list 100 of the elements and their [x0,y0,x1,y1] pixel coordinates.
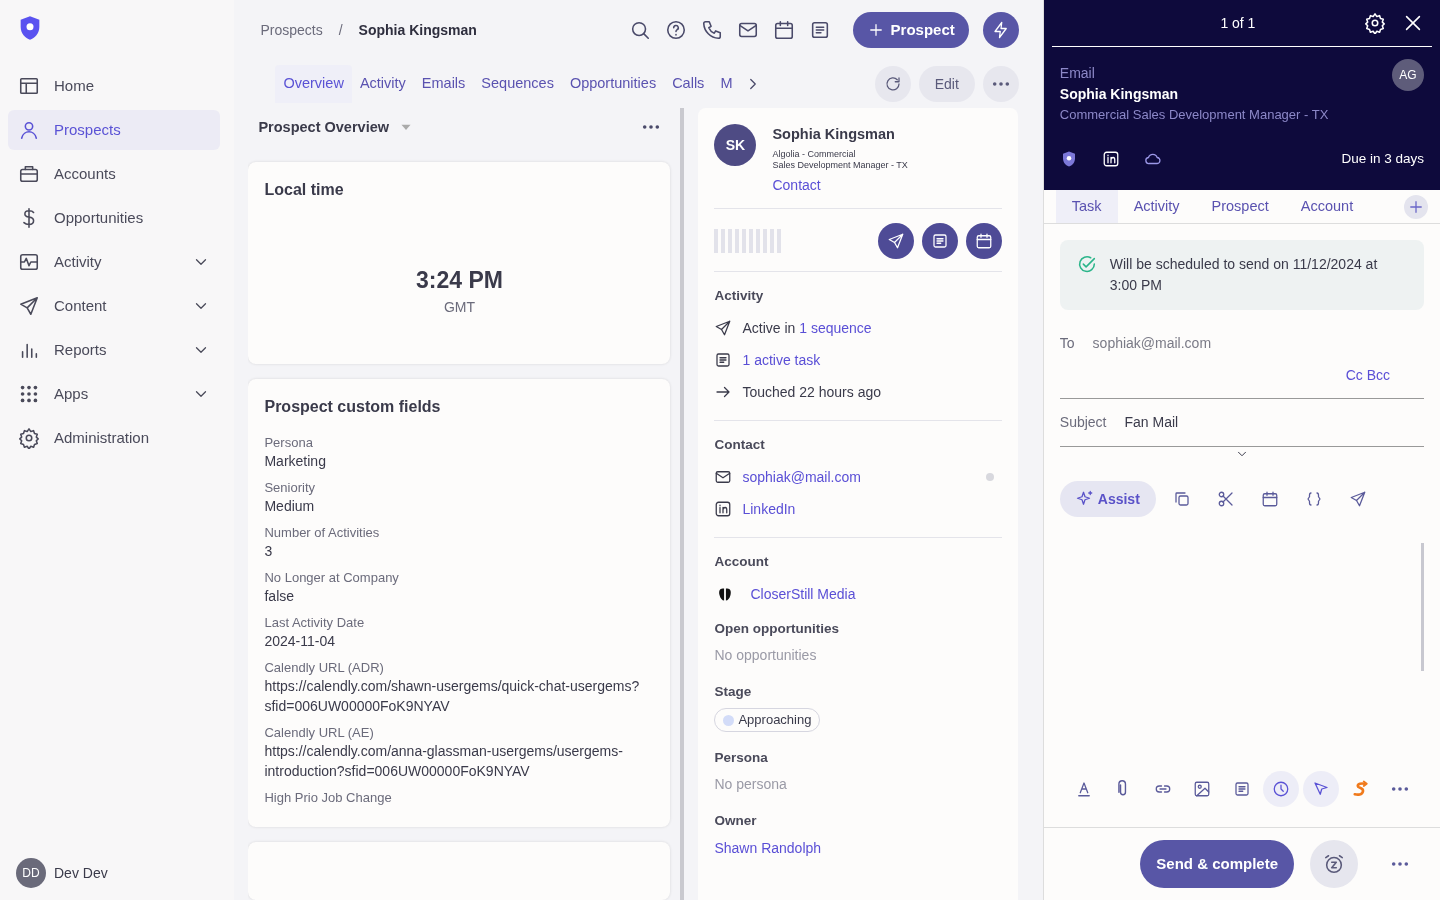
add-tab-button[interactable] [1404,194,1428,219]
field-label: Seniority [264,479,317,497]
calendar-icon [975,231,994,250]
send-icon [714,319,733,337]
task-type: Email [1059,64,1096,83]
sidebar-item[interactable]: Prospects [8,110,220,150]
sidebar-item[interactable]: Reports [8,330,220,370]
subject-field[interactable]: Fan Mail [1122,411,1424,434]
field-label: Persona [264,434,314,452]
phone-icon[interactable] [700,19,723,41]
sidebar-item[interactable]: Activity [8,242,220,282]
user-name[interactable]: Dev Dev [54,862,108,884]
checklist-icon [931,231,950,250]
field-label: No Longer at Company [264,569,400,587]
field-value: 2024-11-04 [264,632,337,652]
owner-link[interactable]: Shawn Randolph [714,839,822,856]
field-value: 3 [264,542,274,562]
settings-icon [18,427,40,449]
sidebar-item[interactable]: Apps [8,374,220,414]
field-label: Calendly URL (ADR) [264,659,385,677]
clock-toggle[interactable] [1263,771,1300,807]
s-arrow-logo-icon[interactable] [1351,780,1370,798]
email-link[interactable]: sophiak@mail.com [742,466,861,488]
task-counter: 1 of 1 [1219,13,1257,33]
tab[interactable]: Activity [351,65,414,103]
tab[interactable]: Opportunities [561,65,665,103]
sidebar-item[interactable]: Opportunities [8,198,220,238]
tab[interactable]: Prospect [1195,190,1285,223]
linkedin-icon[interactable] [1101,149,1120,168]
tab[interactable]: Account [1284,190,1370,223]
more-icon[interactable] [642,124,661,131]
field-label: Calendly URL (AE) [264,724,375,742]
section-title: Prospect Overview [258,117,390,137]
tab[interactable]: Activity [1117,190,1196,223]
account-link[interactable]: CloserStill Media [750,584,856,605]
apps-grid-icon [18,383,40,405]
refresh-button[interactable] [874,66,911,102]
activity-text: Active in 1 sequence [742,318,872,338]
avatar: SK [714,124,757,166]
tab[interactable]: Calls [664,65,713,103]
more-button[interactable] [982,66,1019,102]
send-complete-button[interactable]: Send & complete [1140,840,1294,888]
settings-icon[interactable] [1364,12,1386,34]
calendar-icon[interactable] [1260,490,1279,508]
contact-link[interactable]: Contact [772,174,821,196]
more-icon [1391,861,1409,867]
tab[interactable]: Overview [275,65,352,103]
calendar-icon[interactable] [772,19,795,41]
field-value: Medium [264,497,316,517]
sidebar-item[interactable]: Administration [8,418,220,458]
recipient-field[interactable]: sophiak@mail.com [1090,332,1424,355]
assist-button[interactable]: Assist [1059,481,1156,517]
cursor-toggle[interactable] [1302,771,1339,807]
cc-bcc-link[interactable]: Cc Bcc [1345,365,1390,386]
help-icon[interactable] [664,19,687,41]
tab[interactable]: Emails [413,65,474,103]
company-name: Algolia - Commercial [772,148,857,160]
field-label: Subject [1059,413,1107,432]
schedule-button[interactable] [966,222,1003,259]
tab[interactable]: Task [1055,190,1118,223]
edit-button[interactable]: Edit [918,66,975,102]
section-title: Stage [714,682,753,701]
more-icon[interactable] [1390,786,1409,792]
sequence-link[interactable]: 1 sequence [799,319,872,336]
checklist-icon [714,351,733,369]
tab[interactable]: Sequences [473,65,562,103]
alarm-clock-icon [1323,853,1345,875]
send-button[interactable] [878,222,915,259]
home-icon [18,75,40,97]
sidebar-item[interactable]: Accounts [8,154,220,194]
status-dot [986,473,995,482]
field-value: false [264,587,296,607]
quick-action-button[interactable] [982,12,1019,48]
snooze-button[interactable] [1310,840,1358,888]
breadcrumb-separator: / [338,20,343,40]
sidebar-item[interactable]: Content [8,286,220,326]
linkedin-link[interactable]: LinkedIn [742,498,796,520]
more-icon [991,81,1010,87]
lightning-icon [991,21,1010,39]
checklist-icon[interactable] [1232,780,1251,798]
section-title: Open opportunities [714,619,840,638]
tab[interactable]: M [712,65,741,103]
image-icon[interactable] [1193,780,1212,798]
paperclip-icon[interactable] [1118,780,1129,798]
task-button[interactable] [922,222,959,259]
card-title: Prospect custom fields [264,396,442,417]
copy-icon[interactable] [1172,490,1191,508]
send-icon[interactable] [1348,490,1367,508]
activity-icon [18,251,40,273]
person-icon [18,119,40,141]
activity-text: Touched 22 hours ago [742,382,881,402]
sidebar-item[interactable]: Home [8,66,220,106]
task-link[interactable]: 1 active task [742,349,821,371]
field-value: https://calendly.com/anna-glassman-usergems/usergems-introduction?sfid=006UW00000FoK9NYAV [264,742,624,782]
scissors-icon[interactable] [1216,490,1235,508]
new-prospect-button[interactable]: Prospect [852,12,969,48]
empty-state-text: No persona [714,775,788,795]
empty-state-text: No opportunities [714,645,818,665]
refresh-icon [883,75,902,93]
breadcrumb-link[interactable]: Prospects [260,19,323,41]
